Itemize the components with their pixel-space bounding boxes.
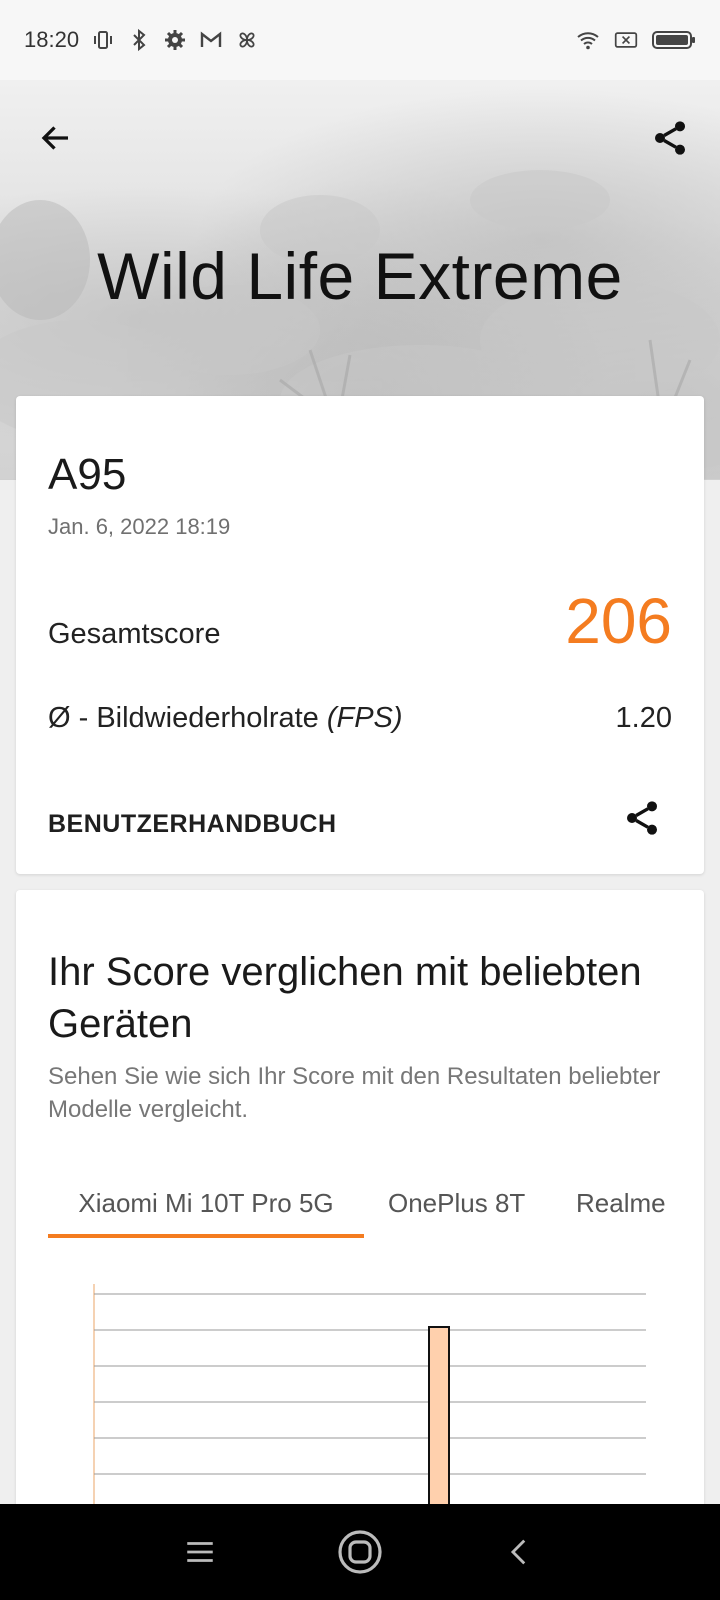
fps-value: 1.20 bbox=[615, 702, 672, 734]
sim-off-icon bbox=[614, 28, 638, 52]
pinwheel-icon bbox=[235, 28, 259, 52]
score-value: 206 bbox=[565, 585, 672, 657]
result-card: A95 Jan. 6, 2022 18:19 Gesamtscore 206 Ø… bbox=[16, 396, 704, 874]
score-label: Gesamtscore bbox=[48, 618, 221, 650]
user-manual-link[interactable]: BENUTZERHANDBUCH bbox=[48, 810, 337, 839]
device-name: A95 bbox=[48, 450, 127, 499]
menu-icon bbox=[187, 1542, 213, 1562]
page-title: Wild Life Extreme bbox=[97, 239, 623, 313]
tab-realme[interactable]: Realme bbox=[576, 1178, 666, 1238]
fps-label: Ø - Bildwiederholrate (FPS) bbox=[48, 702, 403, 735]
navigation-bar bbox=[0, 1504, 720, 1600]
back-button[interactable] bbox=[32, 114, 80, 162]
tab-oneplus-8t[interactable]: OnePlus 8T bbox=[388, 1178, 525, 1238]
fps-label-unit: (FPS) bbox=[326, 702, 403, 734]
fps-label-text: Ø - Bildwiederholrate bbox=[48, 702, 327, 734]
comparison-chart bbox=[93, 1284, 646, 1510]
status-bar: 18:20 bbox=[0, 0, 720, 80]
bluetooth-icon bbox=[127, 28, 151, 52]
chart-bar-your-score bbox=[428, 1326, 450, 1510]
wifi-icon bbox=[576, 28, 600, 52]
battery-icon bbox=[652, 28, 696, 52]
home-button[interactable] bbox=[330, 1522, 390, 1582]
home-icon bbox=[338, 1530, 382, 1574]
comparison-title: Ihr Score verglichen mit beliebten Gerät… bbox=[48, 950, 642, 1046]
active-tab-indicator bbox=[48, 1234, 364, 1238]
arrow-left-icon bbox=[41, 126, 68, 150]
gmail-icon bbox=[199, 28, 223, 52]
status-right bbox=[576, 28, 696, 52]
recent-apps-button[interactable] bbox=[170, 1522, 230, 1582]
device-tabs: Xiaomi Mi 10T Pro 5G OnePlus 8T Realme bbox=[48, 1178, 674, 1238]
comparison-subtitle: Sehen Sie wie sich Ihr Score mit den Res… bbox=[48, 1063, 661, 1123]
result-date: Jan. 6, 2022 18:19 bbox=[48, 514, 231, 539]
tab-xiaomi-mi-10t-pro-5g[interactable]: Xiaomi Mi 10T Pro 5G bbox=[48, 1178, 364, 1238]
back-icon bbox=[510, 1539, 526, 1565]
settings-icon bbox=[163, 28, 187, 52]
share-icon bbox=[627, 801, 657, 835]
comparison-card: Ihr Score verglichen mit beliebten Gerät… bbox=[16, 890, 704, 1510]
status-left: 18:20 bbox=[24, 27, 259, 53]
share-result-button[interactable] bbox=[618, 794, 666, 842]
share-button[interactable] bbox=[644, 112, 696, 164]
vibrate-icon bbox=[91, 28, 115, 52]
system-back-button[interactable] bbox=[490, 1522, 550, 1582]
status-time: 18:20 bbox=[24, 27, 80, 52]
share-icon bbox=[655, 121, 685, 155]
